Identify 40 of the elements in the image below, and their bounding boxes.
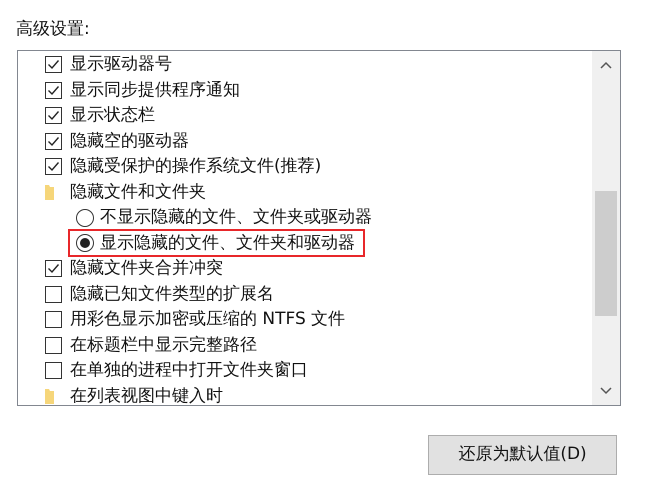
folder-icon <box>45 184 55 201</box>
option-label: 用彩色显示加密或压缩的 NTFS 文件 <box>70 308 346 331</box>
checkbox[interactable] <box>45 336 62 354</box>
checkbox[interactable] <box>45 56 62 74</box>
checkbox[interactable] <box>45 260 62 278</box>
option-label: 不显示隐藏的文件、文件夹或驱动器 <box>100 206 372 229</box>
option-label: 隐藏已知文件类型的扩展名 <box>70 282 274 306</box>
option-label: 在单独的进程中打开文件夹窗口 <box>70 359 308 382</box>
checkbox[interactable] <box>45 82 62 99</box>
option-label: 隐藏受保护的操作系统文件(推荐) <box>70 155 322 178</box>
checkbox[interactable] <box>45 132 62 150</box>
option-label: 隐藏文件夹合并冲突 <box>70 257 223 280</box>
check-icon <box>47 262 60 276</box>
check-icon <box>47 58 60 72</box>
section-label: 高级设置: <box>16 18 90 41</box>
option-label: 显示状态栏 <box>70 104 155 127</box>
checkbox[interactable] <box>45 362 62 380</box>
check-icon <box>47 84 60 97</box>
radio-button[interactable] <box>76 234 94 252</box>
checkbox[interactable] <box>45 107 62 124</box>
check-icon <box>47 134 60 148</box>
option-label: 在标题栏中显示完整路径 <box>70 334 257 356</box>
scroll-down-icon[interactable] <box>600 387 612 395</box>
option-label: 显示驱动器号 <box>70 53 172 76</box>
folder-icon <box>45 388 55 405</box>
scroll-up-icon[interactable] <box>600 61 612 69</box>
scrollbar[interactable] <box>592 51 620 405</box>
checkbox[interactable] <box>45 286 62 303</box>
group-label: 在列表视图中键入时 <box>70 384 223 408</box>
group-label: 隐藏文件和文件夹 <box>70 180 206 204</box>
check-icon <box>47 109 60 122</box>
restore-defaults-button[interactable]: 还原为默认值(D) <box>428 435 617 475</box>
checkbox[interactable] <box>45 158 62 176</box>
option-label: 隐藏空的驱动器 <box>70 130 189 152</box>
option-label: 显示隐藏的文件、文件夹和驱动器 <box>100 232 355 254</box>
scrollbar-thumb[interactable] <box>595 191 617 316</box>
radio-button[interactable] <box>76 208 94 227</box>
option-label: 显示同步提供程序通知 <box>70 78 240 102</box>
checkbox[interactable] <box>45 311 62 328</box>
check-icon <box>47 160 60 174</box>
